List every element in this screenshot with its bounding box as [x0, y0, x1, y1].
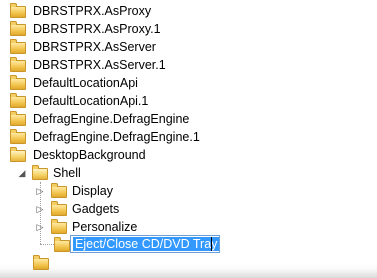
folder-icon — [10, 129, 26, 144]
folder-icon — [10, 93, 26, 108]
text-caret — [211, 237, 212, 251]
tree-item-defragengine[interactable]: DefragEngine.DefragEngine — [0, 110, 377, 128]
tree-item-label: DBRSTPRX.AsProxy.1 — [33, 22, 161, 36]
collapse-arrow-icon[interactable]: ◢ — [17, 168, 27, 178]
tree-item-defaultlocationapi-1[interactable]: DefaultLocationApi.1 — [0, 92, 377, 110]
tree-item-label: DefragEngine.DefragEngine.1 — [33, 130, 200, 144]
tree-item-shell[interactable]: ◢ Shell — [0, 164, 377, 182]
tree-item-personalize[interactable]: ▷ Personalize — [0, 218, 377, 236]
tree-item-label: DefaultLocationApi — [33, 76, 138, 90]
folder-icon — [10, 39, 26, 54]
tree-item-dbrstprx-asserver[interactable]: DBRSTPRX.AsServer — [0, 38, 377, 56]
tree-item-gadgets[interactable]: ▷ Gadgets — [0, 200, 377, 218]
folder-icon — [10, 75, 26, 90]
folder-icon — [51, 201, 67, 216]
tree-item-dbrstprx-asproxy[interactable]: DBRSTPRX.AsProxy — [0, 2, 377, 20]
folder-open-icon — [10, 147, 26, 162]
tree-item-dbrstprx-asproxy-1[interactable]: DBRSTPRX.AsProxy.1 — [0, 20, 377, 38]
tree-item-label: DesktopBackground — [33, 148, 146, 162]
expand-arrow-icon[interactable]: ▷ — [35, 186, 45, 196]
rename-input[interactable]: Eject/Close CD/DVD Tray — [70, 235, 220, 253]
tree-item-label: Gadgets — [72, 202, 120, 216]
tree-item-label: DBRSTPRX.AsServer — [33, 40, 156, 54]
tree-item-desktopbackground[interactable]: DesktopBackground — [0, 146, 377, 164]
folder-open-icon — [32, 165, 48, 180]
tree-item-display[interactable]: ▷ Display — [0, 182, 377, 200]
folder-icon — [51, 219, 67, 234]
tree-item-partial[interactable] — [0, 254, 377, 272]
folder-icon — [54, 237, 70, 252]
tree-item-label: Personalize — [72, 220, 138, 234]
tree-item-defaultlocationapi[interactable]: DefaultLocationApi — [0, 74, 377, 92]
expand-arrow-icon[interactable]: ▷ — [35, 222, 45, 232]
rename-selected-text: Eject/Close CD/DVD Tray — [73, 237, 220, 251]
tree-item-label: DefaultLocationApi.1 — [33, 94, 149, 108]
tree-item-defragengine-1[interactable]: DefragEngine.DefragEngine.1 — [0, 128, 377, 146]
tree-item-label: Display — [72, 184, 113, 198]
tree-item-new-key[interactable]: Eject/Close CD/DVD Tray — [0, 235, 377, 254]
expand-arrow-icon[interactable]: ▷ — [35, 204, 45, 214]
tree-item-label: DBRSTPRX.AsProxy — [33, 4, 152, 18]
folder-icon — [33, 255, 49, 270]
folder-icon — [10, 111, 26, 126]
folder-icon — [10, 3, 26, 18]
tree-item-dbrstprx-asserver-1[interactable]: DBRSTPRX.AsServer.1 — [0, 56, 377, 74]
registry-key-tree: DBRSTPRX.AsProxy DBRSTPRX.AsProxy.1 DBRS… — [0, 0, 377, 278]
registry-tree-view: DBRSTPRX.AsProxy DBRSTPRX.AsProxy.1 DBRS… — [0, 0, 377, 278]
tree-item-label: DBRSTPRX.AsServer.1 — [33, 58, 166, 72]
tree-item-label: Shell — [53, 166, 81, 180]
folder-icon — [10, 57, 26, 72]
folder-icon — [10, 21, 26, 36]
folder-icon — [51, 183, 67, 198]
tree-item-label: DefragEngine.DefragEngine — [33, 112, 190, 126]
